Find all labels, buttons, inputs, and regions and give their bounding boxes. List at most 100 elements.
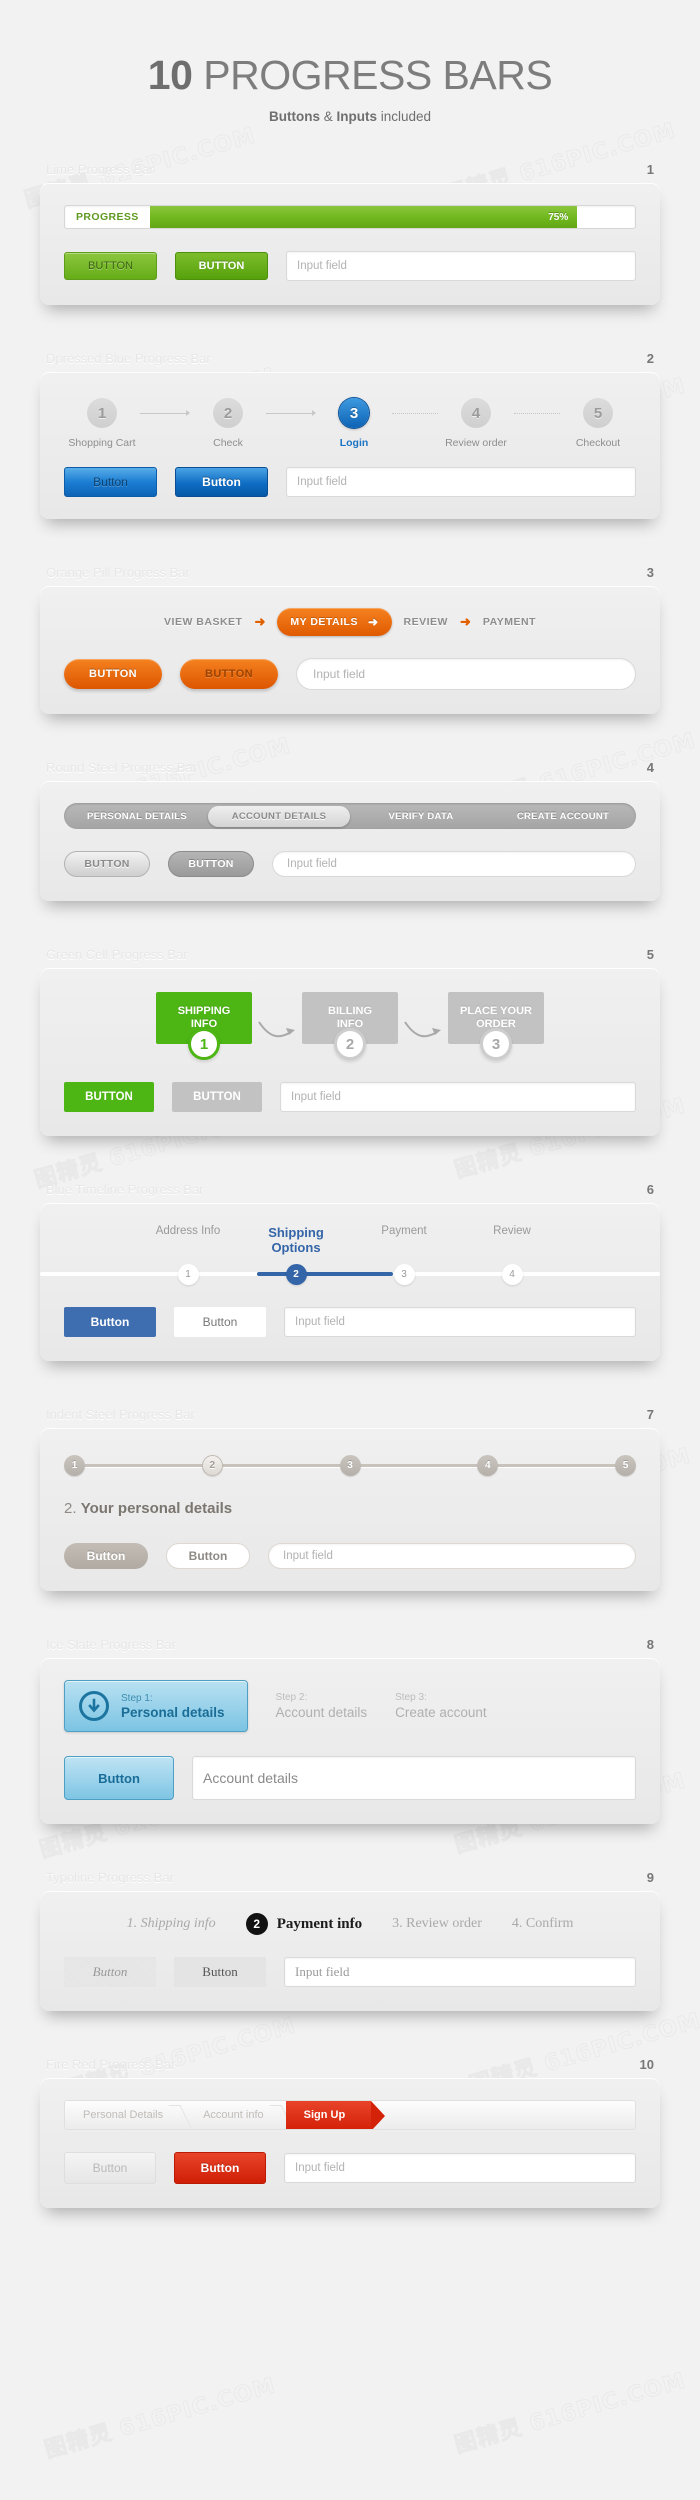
button-primary[interactable]: BUTTON: [64, 659, 162, 689]
step-item[interactable]: CREATE ACCOUNT: [492, 806, 634, 827]
section-header: Fire Red Progress Bar 10: [40, 2057, 660, 2078]
step-label[interactable]: Review: [458, 1225, 566, 1255]
button-primary[interactable]: BUTTON: [64, 851, 150, 877]
step-dot[interactable]: 3: [339, 1454, 361, 1476]
controls-row: BUTTON BUTTON Input field: [64, 851, 636, 877]
button-primary[interactable]: BUTTON: [64, 1082, 154, 1112]
step-item[interactable]: VIEW BASKET: [164, 616, 242, 628]
step-dot[interactable]: 4: [477, 1454, 499, 1476]
input-field[interactable]: Input field: [286, 251, 636, 281]
input-field[interactable]: Input field: [284, 1307, 636, 1337]
step-bottom-label: Create account: [395, 1705, 487, 1720]
button-primary[interactable]: Button: [64, 2152, 156, 2184]
step-label-active[interactable]: Shipping Options: [242, 1225, 350, 1255]
button-primary[interactable]: BUTTON: [64, 252, 157, 280]
input-field[interactable]: Input field: [280, 1082, 636, 1112]
step-item[interactable]: Step 3: Create account: [395, 1680, 487, 1732]
input-field[interactable]: Account details: [192, 1756, 636, 1800]
step-circle: 5: [583, 398, 613, 428]
step-item-active[interactable]: Sign Up: [285, 2101, 372, 2129]
button-secondary[interactable]: BUTTON: [172, 1082, 262, 1112]
step-label: Check: [213, 437, 243, 449]
curved-arrow-icon: [402, 992, 444, 1042]
step-item-active[interactable]: 2 Payment info: [245, 1913, 363, 1935]
button-secondary[interactable]: BUTTON: [168, 851, 254, 877]
step-label[interactable]: Address Info: [134, 1225, 242, 1255]
watermark: 图精灵 616PIC.COM: [451, 2368, 689, 2459]
step-item[interactable]: REVIEW: [404, 616, 448, 628]
controls-row: BUTTON BUTTON Input field: [64, 658, 636, 690]
controls-row: BUTTON BUTTON Input field: [64, 251, 636, 281]
step-item[interactable]: 1: [134, 1263, 242, 1285]
step-item[interactable]: 3: [350, 1263, 458, 1285]
button-primary[interactable]: Button: [64, 1307, 156, 1337]
step-item[interactable]: 1. Shipping info: [127, 1916, 216, 1932]
step-label: Checkout: [575, 437, 621, 449]
button-secondary[interactable]: Button: [175, 467, 268, 497]
step-item-active[interactable]: Step 1: Personal details: [64, 1680, 248, 1732]
section-header: Orange Pill Progress Bar 3: [40, 565, 660, 586]
step-item[interactable]: VERIFY DATA: [350, 806, 492, 827]
step-dot-active[interactable]: 2: [201, 1454, 223, 1476]
step-item-active[interactable]: SHIPPING INFO 1: [156, 992, 252, 1060]
section-label: Fire Red Progress Bar: [46, 2057, 176, 2072]
arrow-down-circle-icon: [79, 1691, 109, 1721]
step-item[interactable]: PERSONAL DETAILS: [66, 806, 208, 827]
button-secondary[interactable]: Button: [174, 1957, 266, 1987]
section-header: Blue Timeline Progress Bar 6: [40, 1182, 660, 1203]
button-primary[interactable]: Button: [64, 1756, 174, 1800]
step-item[interactable]: 4: [458, 1263, 566, 1285]
input-field[interactable]: Input field: [268, 1543, 636, 1569]
section-header: Dpressed Blue Progress Bar 2: [40, 351, 660, 372]
step-bottom-label: Personal details: [121, 1704, 225, 1720]
step-label: MY DETAILS: [290, 616, 358, 628]
step-item[interactable]: 5 Checkout: [560, 398, 636, 449]
section-ice-slate-progress-bar: Ice Slate Progress Bar 8 Step 1: Persona…: [40, 1637, 660, 1824]
input-field[interactable]: Input field: [296, 658, 636, 690]
controls-row: BUTTON BUTTON Input field: [64, 1082, 636, 1112]
step-item[interactable]: 3. Review order: [392, 1916, 482, 1932]
step-label[interactable]: Payment: [350, 1225, 458, 1255]
step-bottom-label: Account details: [275, 1705, 368, 1720]
step-indicator: 1 Shopping Cart 2 Check 3 Login 4 Review…: [64, 398, 636, 449]
step-item[interactable]: 4. Confirm: [512, 1916, 573, 1932]
step-item[interactable]: PAYMENT: [483, 616, 536, 628]
button-secondary[interactable]: BUTTON: [175, 252, 268, 280]
step-item-active[interactable]: ACCOUNT DETAILS: [208, 805, 350, 827]
button-secondary[interactable]: Button: [174, 2152, 266, 2184]
input-field[interactable]: Input field: [286, 467, 636, 497]
button-secondary[interactable]: BUTTON: [180, 659, 278, 689]
timeline-nodes: 1 2 3 4 5: [64, 1454, 636, 1476]
step-dot[interactable]: 5: [615, 1454, 636, 1476]
step-item[interactable]: PLACE YOUR ORDER 3: [448, 992, 544, 1060]
input-field[interactable]: Input field: [284, 1957, 636, 1987]
controls-row: Button Button Input field: [64, 467, 636, 497]
input-field[interactable]: Input field: [272, 851, 636, 877]
step-number: 1: [188, 1028, 220, 1060]
progress-bar-lime[interactable]: PROGRESS 75%: [64, 205, 636, 229]
step-item[interactable]: 2 Check: [190, 398, 266, 449]
step-item[interactable]: BILLING INFO 2: [302, 992, 398, 1060]
button-primary[interactable]: Button: [64, 1543, 148, 1569]
button-secondary[interactable]: Button: [174, 1307, 266, 1337]
step-dot[interactable]: 1: [64, 1454, 85, 1476]
section-fire-red-progress-bar: Fire Red Progress Bar 10 Personal Detail…: [40, 2057, 660, 2208]
button-secondary[interactable]: Button: [166, 1543, 250, 1569]
controls-row: Button Button Input field: [64, 1957, 636, 1987]
step-item[interactable]: Personal Details: [65, 2101, 185, 2129]
step-item-active[interactable]: 3 Login: [316, 398, 392, 449]
step-item-active[interactable]: MY DETAILS ➜: [277, 608, 392, 636]
step-item[interactable]: 4 Review order: [438, 398, 514, 449]
section-lime-progress-bar: Lime Progress Bar 1 PROGRESS 75% BUTTON …: [40, 162, 660, 305]
button-primary[interactable]: Button: [64, 1957, 156, 1987]
step-item[interactable]: Account info: [185, 2101, 286, 2129]
input-field[interactable]: Input field: [284, 2153, 636, 2183]
step-item-active[interactable]: 2: [242, 1263, 350, 1285]
step-item[interactable]: 1 Shopping Cart: [64, 398, 140, 449]
section-typoline-progress-bar: Typoline Progress Bar 9 1. Shipping info…: [40, 1870, 660, 2011]
controls-row: Button Button Input field: [64, 1543, 636, 1569]
step-item[interactable]: Step 2: Account details: [276, 1680, 368, 1732]
section-indent-steel-progress-bar: Indent Steel Progress Bar 7 1 2 3 4 5 2.…: [40, 1407, 660, 1591]
step-label: Payment info: [276, 1915, 363, 1932]
button-primary[interactable]: Button: [64, 467, 157, 497]
